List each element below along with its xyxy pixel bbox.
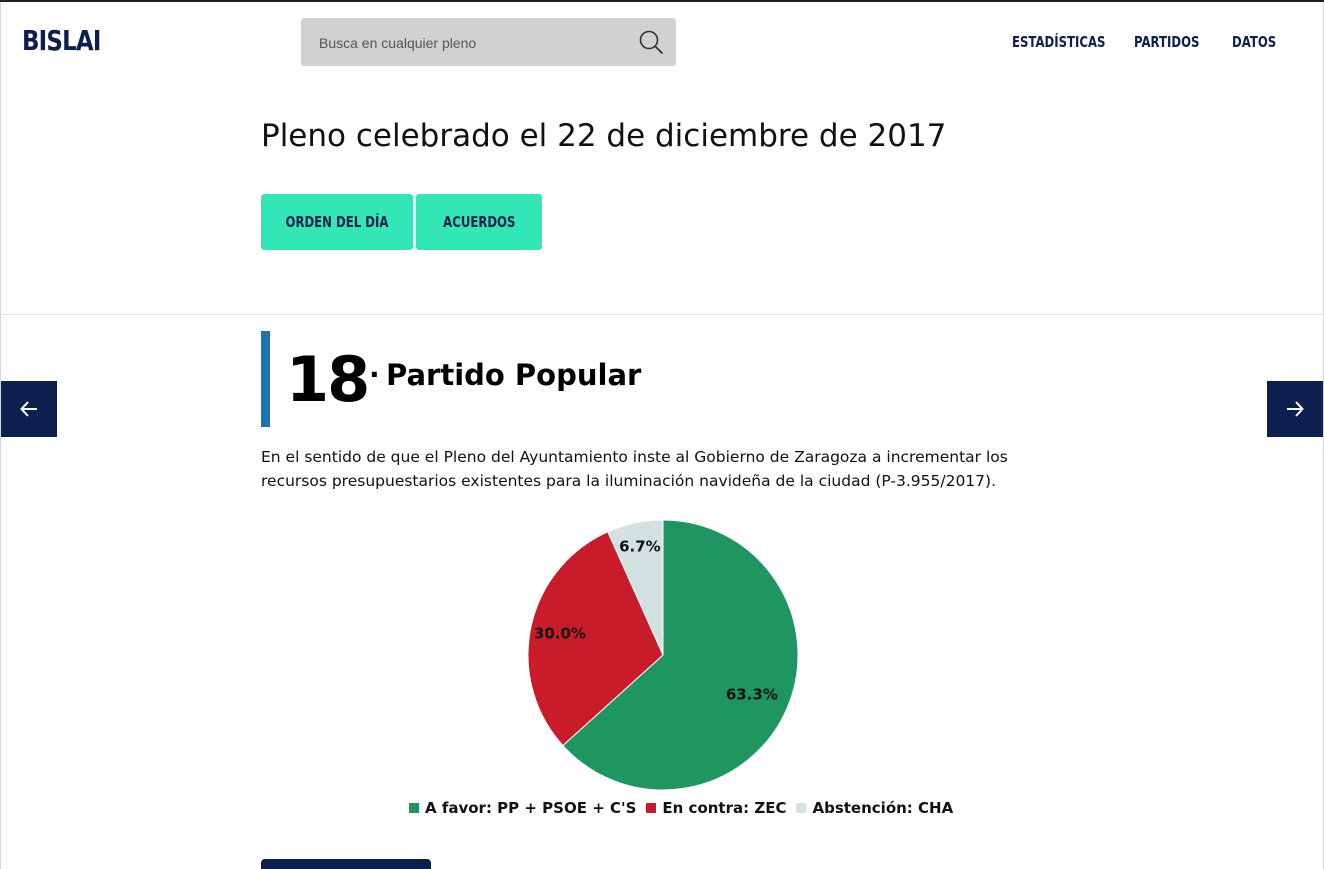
legend-label-a-favor: A favor: PP + PSOE + C'S — [425, 799, 637, 817]
legend-item-a-favor[interactable]: A favor: PP + PSOE + C'S — [409, 799, 636, 817]
page-title: Pleno celebrado el 22 de diciembre de 20… — [261, 118, 947, 154]
search-input[interactable] — [317, 18, 631, 68]
legend-label-en-contra: En contra: ZEC — [662, 799, 787, 817]
logo[interactable]: BISLAI — [22, 24, 101, 57]
bottom-action-button[interactable] — [261, 859, 431, 869]
chart-legend: A favor: PP + PSOE + C'S En contra: ZEC Ab… — [409, 799, 953, 817]
arrow-right-icon — [1287, 401, 1304, 417]
section-divider — [0, 314, 1324, 315]
legend-item-en-contra[interactable]: En contra: ZEC — [646, 799, 786, 817]
page: BISLAI ESTADÍSTICAS PARTIDOS DATOS Pleno… — [0, 0, 1324, 869]
arrow-left-icon — [20, 401, 37, 417]
next-item-button[interactable] — [1267, 381, 1323, 437]
legend-swatch-en-contra — [646, 803, 657, 813]
nav-estadisticas[interactable]: ESTADÍSTICAS — [1012, 33, 1105, 51]
item-description: En el sentido de que el Pleno del Ayunta… — [261, 448, 1008, 490]
tab-orden-del-dia-label: ORDEN DEL DÍA — [285, 213, 389, 231]
nav-partidos[interactable]: PARTIDOS — [1134, 33, 1199, 51]
search-icon[interactable] — [638, 29, 664, 55]
tab-orden-del-dia[interactable]: ORDEN DEL DÍA — [261, 194, 413, 250]
pie-label-en-contra: 30.0% — [534, 624, 586, 642]
item-party: Partido Popular — [386, 358, 642, 392]
previous-item-button[interactable] — [1, 381, 57, 437]
item-accent-bar — [261, 331, 270, 427]
search-box[interactable] — [301, 18, 676, 68]
legend-item-abstencion[interactable]: Abstención: CHA — [796, 799, 953, 817]
tab-acuerdos[interactable]: ACUERDOS — [416, 194, 542, 250]
item-separator: · — [369, 358, 380, 391]
pie-label-abstencion: 6.7% — [619, 538, 661, 556]
pie-label-a-favor: 63.3% — [726, 685, 778, 703]
pie-chart-svg: 63.3% 30.0% 6.7% — [527, 519, 799, 791]
vote-pie-chart: 63.3% 30.0% 6.7% — [400, 512, 925, 832]
legend-label-abstencion: Abstención: CHA — [812, 799, 954, 817]
legend-swatch-a-favor — [409, 803, 419, 813]
item-number: 18 — [286, 343, 370, 416]
tab-acuerdos-label: ACUERDOS — [442, 213, 516, 231]
nav-datos[interactable]: DATOS — [1232, 33, 1276, 51]
legend-swatch-abstencion — [796, 803, 807, 813]
